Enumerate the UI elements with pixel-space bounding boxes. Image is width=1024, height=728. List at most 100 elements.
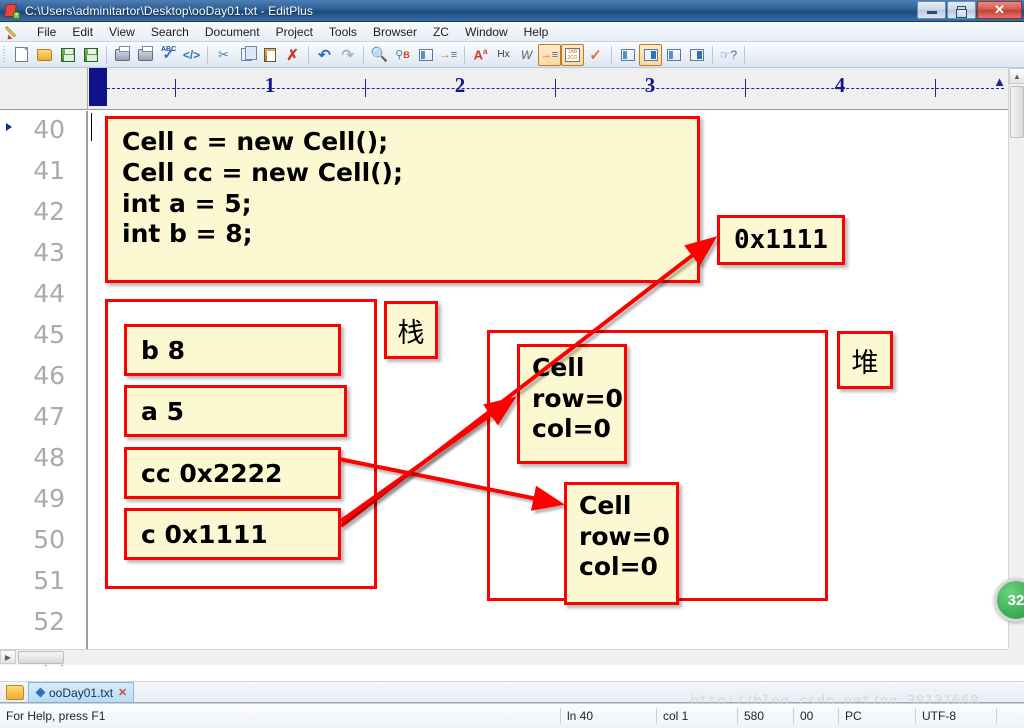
heap-object-line: Cell [579,491,632,520]
close-button[interactable]: ✕ [977,1,1022,19]
print-preview-icon[interactable] [111,44,134,66]
indent-icon[interactable]: → ≡ [437,44,460,66]
scroll-right-button[interactable]: ▶ [0,650,16,664]
stack-slot-c: c 0x1111 [124,508,341,560]
context-help-icon[interactable]: ☞? [717,44,740,66]
ruler-margin-block [89,68,107,106]
horizontal-ruler: 1 2 3 4 ▲ [0,68,1008,110]
status-line: ln 40 [567,709,594,723]
line-number: 44 [33,279,65,308]
heap-address-callout: 0x1111 [717,215,845,265]
ruler-tick [935,79,936,97]
directory-window-icon[interactable] [616,44,639,66]
file-dot-icon [35,687,46,698]
heap-object-line: col=0 [532,414,611,443]
status-encoding[interactable]: UTF-8 [916,704,996,728]
line-number: 51 [33,566,65,595]
menu-item-window[interactable]: Window [457,23,516,41]
check-icon[interactable]: ✓ [584,44,607,66]
minimize-button[interactable] [917,1,946,19]
spell-check-icon[interactable]: ABC ✓ [157,44,180,66]
save-icon[interactable] [56,44,79,66]
paste-icon[interactable] [258,44,281,66]
document-tab-label: ooDay01.txt [49,685,114,700]
ruler-gutter-pad [0,68,88,109]
folder-icon[interactable] [6,684,24,700]
line-number: 40 [33,115,65,144]
ruler-tick [555,79,556,97]
print-icon[interactable] [134,44,157,66]
menu-item-search[interactable]: Search [143,23,197,41]
new-document-icon[interactable] [10,44,33,66]
scroll-up-button[interactable]: ▲ [1009,68,1024,84]
copy-icon[interactable] [235,44,258,66]
toolbar-separator [363,45,364,64]
scrollbar-corner [1008,649,1024,665]
goto-icon[interactable] [414,44,437,66]
heap-object-line: col=0 [579,552,658,581]
status-col: col 1 [663,709,689,723]
menu-bar: File Edit View Search Document Project T… [0,22,1024,42]
menu-item-help[interactable]: Help [516,23,557,41]
ruler-label-1: 1 [264,73,276,97]
redo-icon[interactable]: ↷ [336,44,359,66]
menu-item-edit[interactable]: Edit [64,23,101,41]
undo-icon[interactable]: ↶ [313,44,336,66]
ruler-tick [745,79,746,97]
title-bar: + C:\Users\adminitartor\Desktop\ooDay01.… [0,0,1024,22]
ruler-right-marker: ▲ [993,74,1006,89]
horizontal-scroll-thumb[interactable] [18,651,64,664]
heap-object-line: row=0 [579,521,670,551]
menu-item-document[interactable]: Document [197,23,268,41]
view-source-icon[interactable]: </> [180,44,203,66]
document-tab[interactable]: ooDay01.txt ✕ [28,682,135,702]
toolbar-separator [207,45,208,64]
editor-area: 1 2 3 4 ▲ 40 41 42 43 44 45 46 47 48 49 … [0,68,1024,666]
toolbar-separator [712,45,713,64]
toolbar-separator [611,45,612,64]
menu-item-view[interactable]: View [101,23,143,41]
line-number-icon[interactable]: 1AB 2CD [561,43,584,66]
line-number-gutter: 40 41 42 43 44 45 46 47 48 49 50 51 52 5… [0,111,88,666]
menu-item-browser[interactable]: Browser [365,23,425,41]
hex-icon[interactable]: Hx [492,44,515,66]
open-folder-icon[interactable] [33,44,56,66]
vertical-scrollbar[interactable]: ▲ ▼ [1008,68,1024,665]
line-number: 50 [33,525,65,554]
code-line: Cell cc = new Cell(); [122,157,403,187]
stack-slot-a: a 5 [124,385,347,437]
menu-item-file[interactable]: File [29,23,64,41]
horizontal-scrollbar[interactable]: ◀ ▶ [0,649,1008,665]
menu-item-zc[interactable]: ZC [425,23,457,41]
annotation-canvas[interactable]: Cell c = new Cell(); Cell cc = new Cell(… [89,111,1008,649]
menu-item-project[interactable]: Project [268,23,321,41]
ruler-label-2: 2 [454,73,466,97]
maximize-button[interactable] [947,1,976,19]
toolbar-separator [744,45,745,64]
menu-item-tools[interactable]: Tools [321,23,365,41]
document-selector-icon[interactable] [639,43,662,66]
save-all-icon[interactable] [79,44,102,66]
browser-preview-icon[interactable] [685,44,708,66]
toolbar-grip[interactable] [2,45,7,64]
uppercase-icon[interactable]: Aa [469,44,492,66]
line-number: 42 [33,197,65,226]
status-mode[interactable]: PC [839,704,915,728]
gutter-separator [86,111,87,665]
replace-icon[interactable]: ⚲ B [391,44,414,66]
code-line: Cell c = new Cell(); [122,127,389,156]
line-marker-icon[interactable]: → ≡ [538,43,561,66]
code-line: int b = 8; [122,219,253,249]
status-help: For Help, press F1 [6,709,106,723]
find-icon[interactable]: 🔍 [368,44,391,66]
app-icon: + [4,3,20,19]
line-number: 43 [33,238,65,267]
code-annotation-box: Cell c = new Cell(); Cell cc = new Cell(… [105,116,700,283]
ruler-tick [365,79,366,97]
close-tab-icon[interactable]: ✕ [118,686,127,699]
clip-library-icon[interactable] [662,44,685,66]
cut-icon[interactable]: ✂ [212,44,235,66]
delete-icon[interactable]: ✗ [281,44,304,66]
vertical-scroll-thumb[interactable] [1010,86,1024,138]
word-wrap-icon[interactable]: W [515,44,538,66]
